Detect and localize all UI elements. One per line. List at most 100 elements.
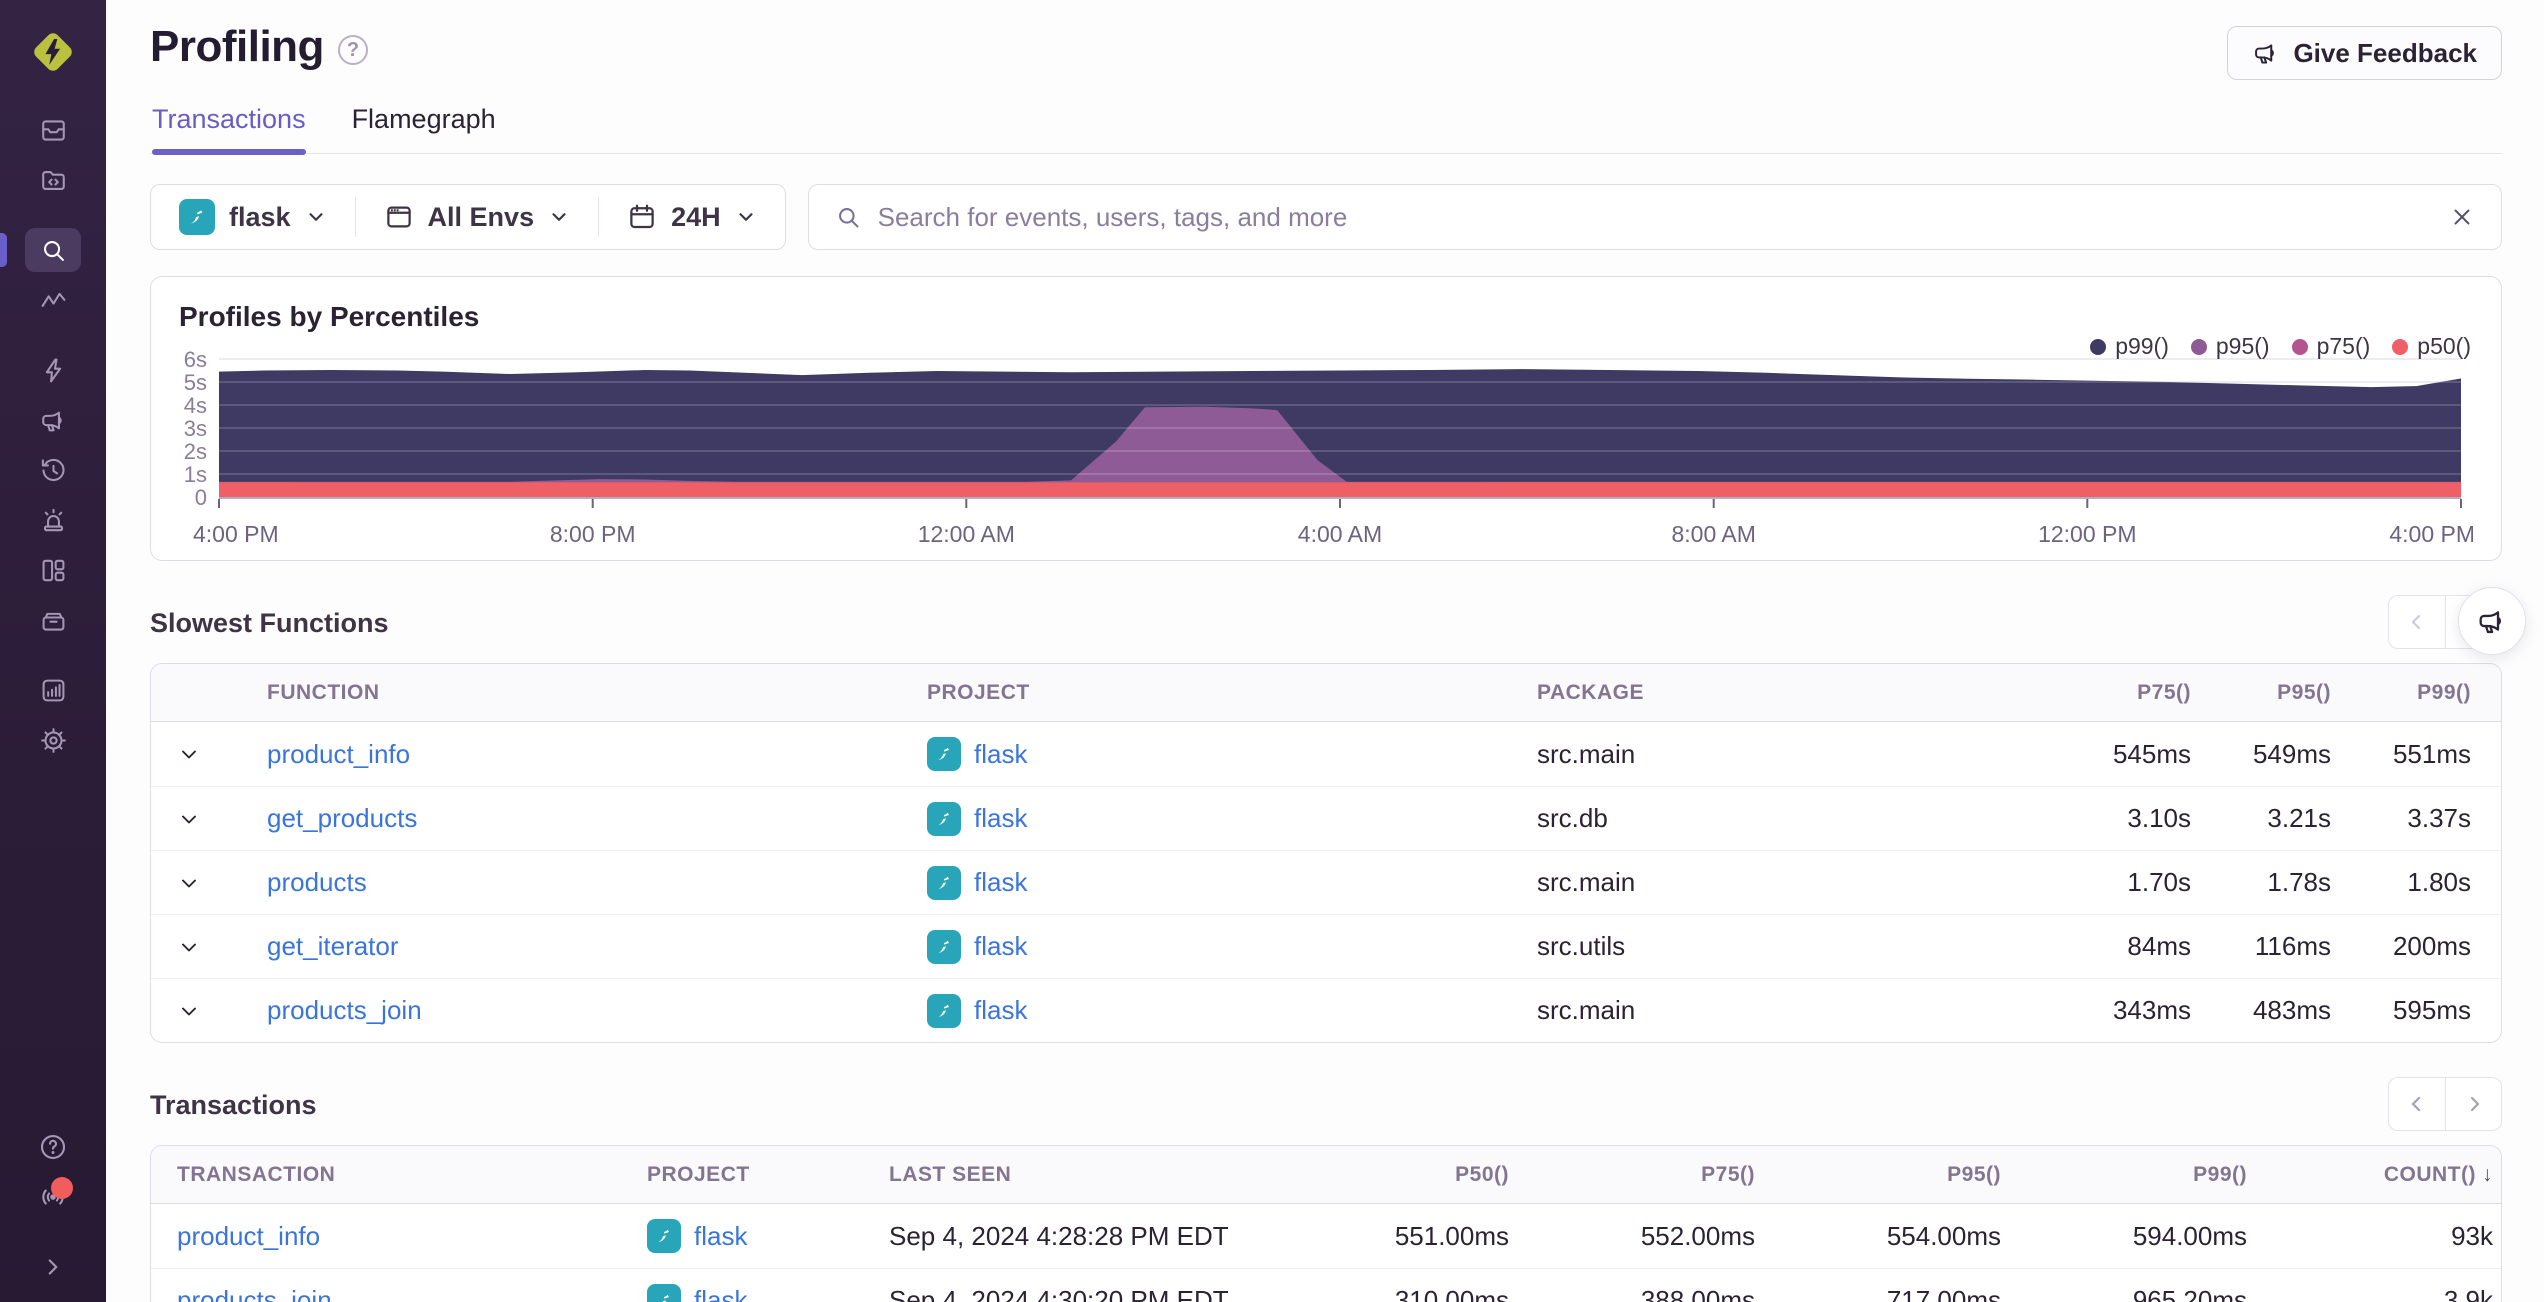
traces-icon bbox=[39, 286, 68, 315]
function-link[interactable]: get_products bbox=[267, 803, 417, 833]
sidebar-item-traces[interactable] bbox=[0, 275, 106, 325]
flask-project-icon bbox=[647, 1219, 681, 1253]
sidebar-item-explore[interactable] bbox=[0, 225, 106, 275]
flask-project-icon bbox=[647, 1283, 681, 1302]
chevron-right-icon bbox=[2470, 1096, 2479, 1112]
sidebar-item-alerts[interactable] bbox=[0, 495, 106, 545]
column-header[interactable]: COUNT() ↓ bbox=[2247, 1163, 2493, 1187]
search-clear-button[interactable] bbox=[2449, 204, 2475, 230]
function-link[interactable]: product_info bbox=[267, 739, 410, 769]
expand-row-button[interactable] bbox=[177, 999, 267, 1023]
search-bar[interactable] bbox=[807, 184, 2502, 250]
column-header[interactable]: P95() bbox=[1755, 1163, 2001, 1187]
app-root: Profiling ? Give Feedback Transactions F… bbox=[0, 0, 2544, 1302]
project-cell: flask bbox=[927, 993, 1537, 1028]
project-link[interactable]: flask bbox=[974, 931, 1027, 962]
y-axis-label: 3s bbox=[184, 416, 207, 441]
column-header[interactable]: P99() bbox=[2001, 1163, 2247, 1187]
function-link[interactable]: products_join bbox=[267, 995, 422, 1025]
sidebar-item-whats-new[interactable] bbox=[0, 1172, 106, 1222]
project-cell: flask bbox=[927, 801, 1537, 836]
sidebar-item-help[interactable] bbox=[0, 1122, 106, 1172]
column-header[interactable]: P75() bbox=[1509, 1163, 1755, 1187]
legend-item-p99[interactable]: p99() bbox=[2090, 333, 2169, 360]
legend-dot bbox=[2190, 338, 2207, 355]
column-header[interactable]: TRANSACTION bbox=[177, 1163, 647, 1187]
expand-row-button[interactable] bbox=[177, 742, 267, 766]
transaction-link[interactable]: products_join bbox=[177, 1285, 332, 1302]
sidebar-collapse-button[interactable] bbox=[0, 1254, 106, 1280]
sidebar-item-projects[interactable] bbox=[0, 155, 106, 205]
sidebar-item-replays[interactable] bbox=[0, 445, 106, 495]
legend-label: p95() bbox=[2215, 333, 2270, 359]
p75-value: 3.10s bbox=[2127, 803, 2191, 833]
column-header[interactable]: P75() bbox=[2051, 681, 2191, 705]
sidebar-item-stats[interactable] bbox=[0, 595, 106, 645]
sidebar-item-settings[interactable] bbox=[0, 715, 106, 765]
column-header[interactable]: P95() bbox=[2191, 681, 2331, 705]
project-filter[interactable]: flask bbox=[151, 197, 355, 237]
table-header-row: FUNCTION PROJECT PACKAGE P75() P95() P99() bbox=[151, 664, 2501, 722]
tab-flamegraph[interactable]: Flamegraph bbox=[352, 104, 496, 153]
project-link[interactable]: flask bbox=[694, 1285, 747, 1302]
sidebar-item-dashboards[interactable] bbox=[0, 545, 106, 595]
previous-page-button[interactable] bbox=[2388, 1077, 2445, 1131]
alerts-icon bbox=[39, 506, 68, 535]
sidebar-item-monitors[interactable] bbox=[0, 665, 106, 715]
percentiles-chart[interactable]: 01s2s3s4s5s6s 4:00 PM 8:00 PM 12:00 AM 4:00 … bbox=[179, 345, 2473, 550]
function-link[interactable]: products bbox=[267, 867, 367, 897]
sidebar-item-feedback[interactable] bbox=[0, 395, 106, 445]
p99-value: 3.37s bbox=[2407, 803, 2471, 833]
monitors-icon bbox=[39, 676, 68, 705]
legend-item-p75[interactable]: p75() bbox=[2291, 333, 2371, 360]
help-icon[interactable]: ? bbox=[337, 35, 368, 65]
previous-page-button[interactable] bbox=[2388, 595, 2445, 649]
floating-feedback-button[interactable] bbox=[2458, 587, 2526, 655]
column-header[interactable]: LAST SEEN bbox=[889, 1163, 1263, 1187]
p50-value: 551.00ms bbox=[1394, 1220, 1509, 1251]
project-link[interactable]: flask bbox=[974, 803, 1027, 834]
y-axis-label: 2s bbox=[184, 439, 207, 464]
sidebar-item-issues[interactable] bbox=[0, 105, 106, 155]
next-page-button[interactable] bbox=[2445, 1077, 2502, 1131]
legend-item-p50[interactable]: p50() bbox=[2392, 333, 2471, 360]
project-cell: flask bbox=[927, 929, 1537, 964]
column-header[interactable]: P99() bbox=[2331, 681, 2471, 705]
expand-row-button[interactable] bbox=[177, 935, 267, 959]
package-cell: src.db bbox=[1537, 803, 1608, 833]
column-header[interactable]: PROJECT bbox=[647, 1163, 889, 1187]
sentry-logo[interactable] bbox=[27, 26, 79, 83]
project-link[interactable]: flask bbox=[974, 995, 1027, 1026]
give-feedback-button[interactable]: Give Feedback bbox=[2227, 26, 2502, 80]
p75-value: 343ms bbox=[2112, 995, 2191, 1025]
p95-value: 554.00ms bbox=[1886, 1220, 2001, 1251]
expand-row-button[interactable] bbox=[177, 871, 267, 895]
tab-transactions[interactable]: Transactions bbox=[152, 104, 306, 155]
project-link[interactable]: flask bbox=[974, 867, 1027, 898]
p99-value: 1.80s bbox=[2407, 867, 2471, 897]
profiles-chart-card: Profiles by Percentiles p99() p95() p75() p… bbox=[150, 276, 2502, 561]
environment-filter[interactable]: All Envs bbox=[354, 197, 599, 237]
date-range-filter[interactable]: 24H bbox=[598, 197, 785, 237]
project-filter-label: flask bbox=[229, 201, 291, 232]
legend-label: p75() bbox=[2316, 333, 2371, 359]
legend-item-p95[interactable]: p95() bbox=[2190, 333, 2270, 360]
transaction-link[interactable]: product_info bbox=[177, 1221, 320, 1251]
project-cell: flask bbox=[927, 737, 1537, 771]
table-row: products_join flask src.main 343ms 483ms 595m… bbox=[151, 978, 2501, 1042]
column-header[interactable]: PACKAGE bbox=[1537, 681, 2051, 705]
search-input[interactable] bbox=[877, 201, 2433, 233]
column-header[interactable]: P50() bbox=[1263, 1163, 1509, 1187]
feedback-icon bbox=[39, 406, 68, 435]
project-link[interactable]: flask bbox=[974, 739, 1027, 770]
sidebar-item-insights[interactable] bbox=[0, 345, 106, 395]
column-header[interactable]: FUNCTION bbox=[267, 681, 927, 705]
function-link[interactable]: get_iterator bbox=[267, 931, 399, 961]
dashboards-icon bbox=[39, 556, 68, 585]
project-link[interactable]: flask bbox=[694, 1221, 747, 1252]
search-icon bbox=[838, 207, 859, 228]
column-header[interactable]: PROJECT bbox=[927, 681, 1537, 705]
expand-row-button[interactable] bbox=[177, 807, 267, 831]
insights-icon bbox=[39, 356, 68, 385]
sidebar-nav bbox=[0, 101, 106, 765]
